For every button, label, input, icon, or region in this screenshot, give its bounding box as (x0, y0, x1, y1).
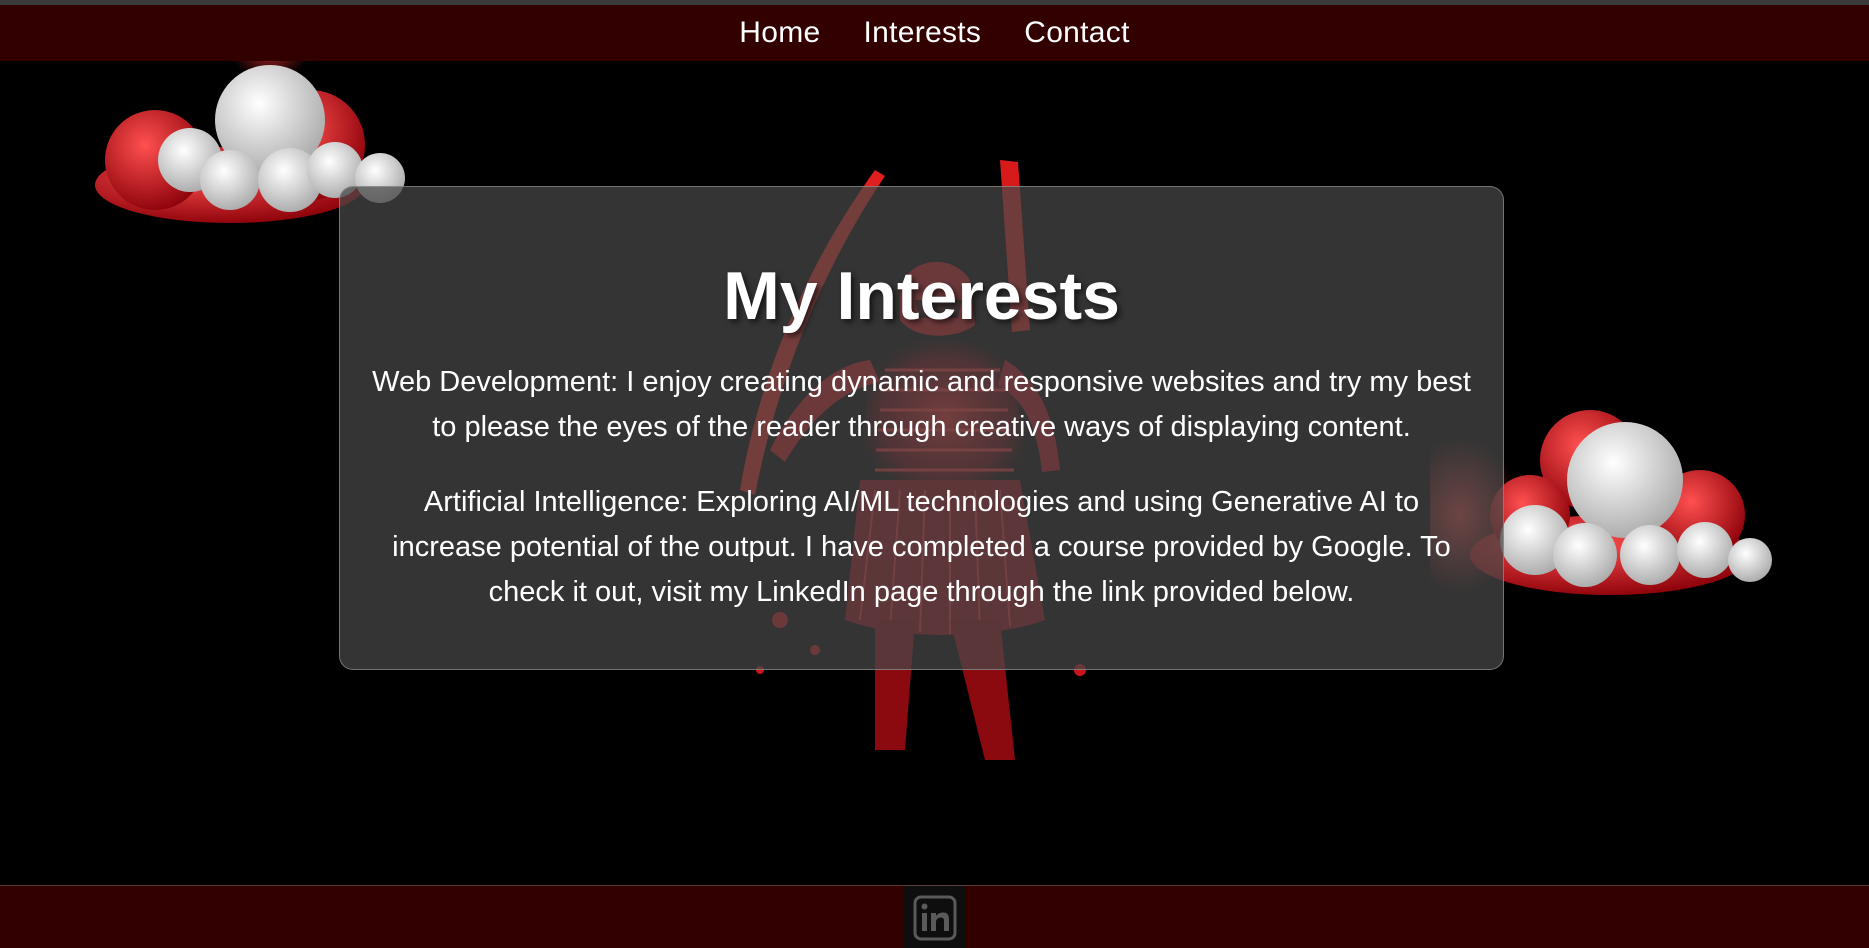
page-title: My Interests (723, 258, 1120, 334)
interest-web-development: Web Development: I enjoy creating dynami… (372, 365, 1471, 443)
navbar: Home Interests Contact (0, 5, 1869, 61)
linkedin-link[interactable] (903, 886, 966, 948)
nav-link-contact[interactable]: Contact (1024, 16, 1130, 50)
nav-link-interests[interactable]: Interests (863, 16, 981, 50)
linkedin-icon (913, 895, 956, 940)
nav-link-home[interactable]: Home (739, 16, 820, 50)
footer (0, 885, 1869, 948)
interest-artificial-intelligence: Artificial Intelligence: Exploring AI/ML… (392, 485, 1451, 608)
interests-card: My Interests Web Development: I enjoy cr… (339, 186, 1504, 670)
page: Home Interests Contact My Interests Web … (0, 0, 1869, 948)
